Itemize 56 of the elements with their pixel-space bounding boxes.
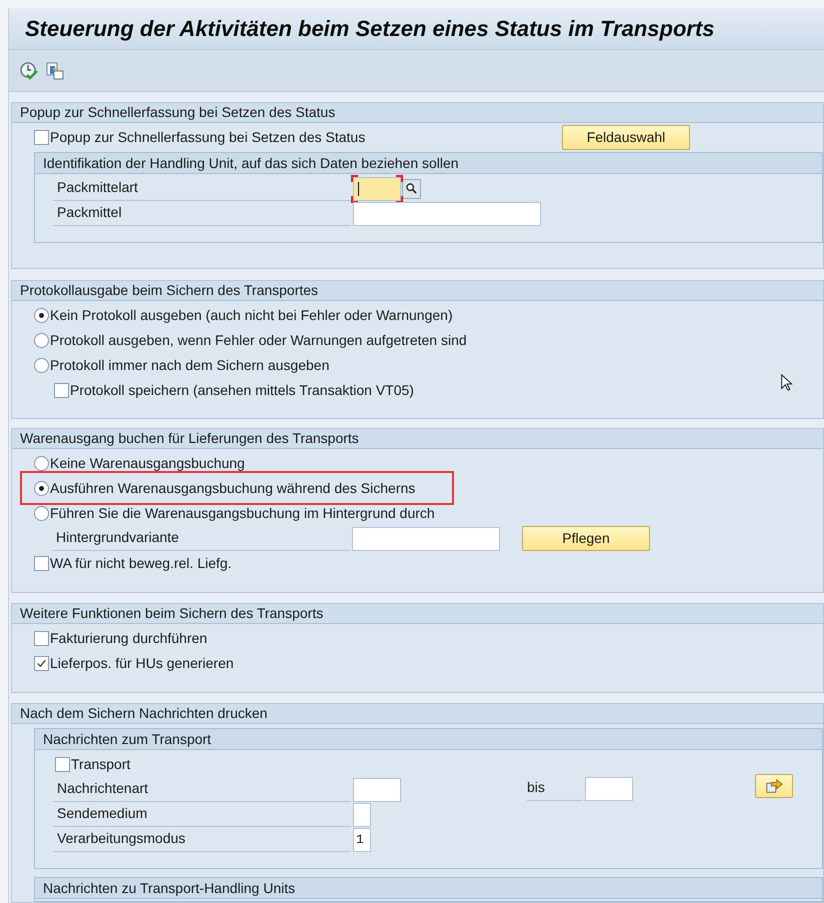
- checkbox[interactable]: [55, 757, 70, 772]
- radio-button[interactable]: [34, 456, 49, 471]
- field-label: Hintergrundvariante: [52, 526, 350, 550]
- button[interactable]: Feldauswahl: [562, 125, 690, 150]
- checkbox-label: WA für nicht beweg.rel. Liefg.: [50, 554, 232, 573]
- group-header: Nachrichten zum Transport: [35, 729, 822, 750]
- checkbox-label: Transport: [71, 755, 130, 774]
- field-label: Packmittelart: [53, 176, 351, 200]
- field-label: Verarbeitungsmodus: [53, 828, 351, 852]
- group-header: Nachrichten zu Transport-Handling Units: [35, 878, 822, 899]
- checkbox-label: Popup zur Schnellerfassung bei Setzen des Status: [50, 128, 366, 147]
- radio-button[interactable]: [34, 308, 49, 323]
- section-header: Warenausgang buchen für Lieferungen des Transports: [12, 429, 823, 449]
- radio-label: Ausführen Warenausgangsbuchung während des Sicherns: [50, 479, 416, 498]
- section-header: Weitere Funktionen beim Sichern des Transports: [12, 604, 823, 624]
- section-header: Protokollausgabe beim Sichern des Transportes: [12, 281, 823, 301]
- copy-icon[interactable]: [45, 60, 65, 80]
- checkbox-label: Protokoll speichern (ansehen mittels Transaktion VT05): [70, 381, 414, 400]
- input-field[interactable]: [353, 778, 401, 802]
- checkbox[interactable]: [34, 130, 49, 145]
- field-label: Packmittel: [53, 202, 351, 226]
- range-label: bis: [527, 777, 583, 801]
- search-icon: [405, 182, 418, 195]
- radio-label: Protokoll immer nach dem Sichern ausgeben: [50, 356, 330, 375]
- checkbox[interactable]: [54, 383, 69, 398]
- radio-button[interactable]: [34, 358, 49, 373]
- input-field[interactable]: [352, 526, 500, 550]
- check-icon: [36, 658, 47, 669]
- checkbox-label: Lieferpos. für HUs generieren: [50, 654, 234, 673]
- input-field[interactable]: [353, 202, 541, 226]
- field-label: Nachrichtenart: [53, 778, 351, 802]
- section-header: Nach dem Sichern Nachrichten drucken: [12, 704, 823, 724]
- input-field[interactable]: [353, 802, 371, 826]
- checkbox-label: Fakturierung durchführen: [50, 629, 208, 648]
- input-field[interactable]: [585, 777, 633, 801]
- checkbox[interactable]: [34, 556, 49, 571]
- radio-label: Kein Protokoll ausgeben (auch nicht bei Fehler oder Warnungen): [50, 306, 453, 325]
- input-field[interactable]: 1: [353, 828, 371, 852]
- execute-icon[interactable]: [19, 60, 39, 80]
- search-button[interactable]: [402, 178, 421, 198]
- radio-label: Protokoll ausgeben, wenn Fehler oder Warnungen aufgetreten sind: [50, 331, 467, 350]
- field-label: Sendemedium: [53, 802, 351, 826]
- radio-button[interactable]: [34, 333, 49, 348]
- button[interactable]: Pflegen: [522, 526, 650, 551]
- checkbox[interactable]: [34, 631, 49, 646]
- radio-button[interactable]: [34, 506, 49, 521]
- group-header: Identifikation der Handling Unit, auf das sich Daten beziehen sollen: [35, 153, 822, 174]
- input-field[interactable]: [353, 176, 401, 200]
- radio-label: Führen Sie die Warenausgangsbuchung im Hintergrund durch: [50, 504, 435, 523]
- section-header: Popup zur Schnellerfassung bei Setzen des Status: [12, 103, 823, 123]
- checkbox[interactable]: [34, 656, 49, 671]
- multiple-selection-button[interactable]: [755, 774, 793, 798]
- radio-label: Keine Warenausgangsbuchung: [50, 454, 245, 473]
- arrow-icon: [764, 777, 784, 795]
- radio-button[interactable]: [34, 481, 49, 496]
- window-title: Steuerung der Aktivitäten beim Setzen eines Status im Transports: [25, 15, 715, 43]
